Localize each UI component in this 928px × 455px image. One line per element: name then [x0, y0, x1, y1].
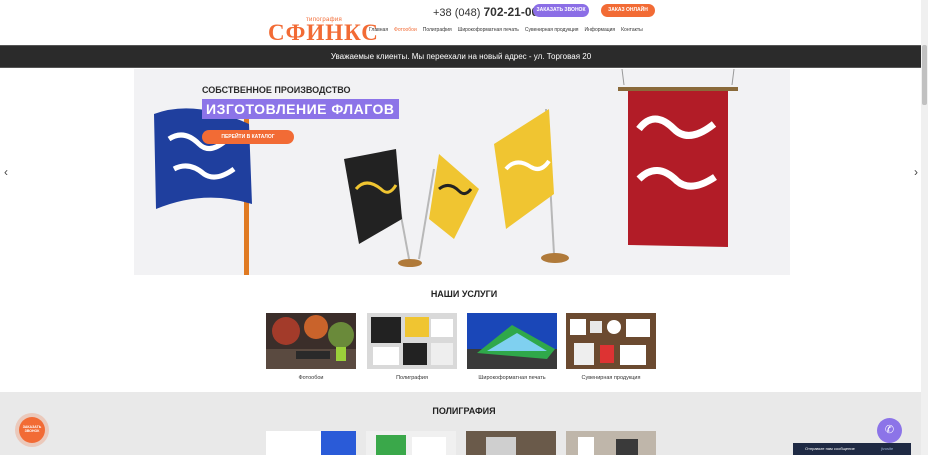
catalog-button[interactable]: ПЕРЕЙТИ В КАТАЛОГ: [202, 130, 294, 144]
phone-number[interactable]: +38 (048) 702-21-00: [433, 5, 538, 19]
hero-title: ИЗГОТОВЛЕНИЕ ФЛАГОВ: [202, 99, 399, 119]
services-title: НАШИ УСЛУГИ: [430, 289, 498, 299]
logo-text: СФИНКС: [268, 20, 379, 45]
polygraphy-thumb-3[interactable]: [466, 431, 556, 455]
hero-kicker: СОБСТВЕННОЕ ПРОИЗВОДСТВО: [202, 85, 351, 95]
service-card-wideformat[interactable]: Широкоформатная печать: [467, 313, 557, 387]
polygraphy-thumb-1[interactable]: [266, 431, 356, 455]
notice-bar: Уважаемые клиенты. Мы переехали на новый…: [0, 45, 922, 68]
logo[interactable]: типография СФИНКС: [268, 17, 378, 45]
services-grid: Фотообои Полиграфия Широкоформатная печа…: [266, 313, 659, 387]
scrollbar-thumb[interactable]: [922, 45, 927, 105]
polygraphy-thumb-2[interactable]: [366, 431, 456, 455]
nav-item-polygraphy[interactable]: Полиграфия: [423, 27, 452, 37]
callback-widget-button[interactable]: ЗАКАЗАТЬ ЗВОНОК: [19, 417, 45, 443]
chat-brand: jivosite: [881, 446, 894, 451]
polygraphy-title: ПОЛИГРАФИЯ: [432, 406, 496, 416]
site-header: типография СФИНКС +38 (048) 702-21-00 ЗА…: [0, 0, 928, 45]
service-image-souvenirs: [566, 313, 656, 369]
service-label: Полиграфия: [396, 375, 428, 381]
nav-item-souvenirs[interactable]: Сувенирная продукция: [525, 27, 579, 37]
nav-item-photowallpaper[interactable]: Фотообои: [394, 27, 417, 37]
service-card-polygraphy[interactable]: Полиграфия: [367, 313, 457, 387]
nav-item-contacts[interactable]: Контакты: [621, 27, 643, 37]
chat-text: Отправьте нам сообщение: [805, 446, 855, 451]
service-card-souvenirs[interactable]: Сувенирная продукция: [566, 313, 656, 387]
nav-item-info[interactable]: Информация: [585, 27, 616, 37]
phone-main: 702-21-00: [483, 5, 539, 19]
nav-item-home[interactable]: Главная: [369, 27, 388, 37]
chevron-right-icon[interactable]: ›: [914, 165, 918, 179]
service-label: Фотообои: [298, 375, 324, 381]
service-label: Широкоформатная печать: [478, 375, 546, 381]
service-image-polygraphy: [367, 313, 457, 369]
service-label: Сувенирная продукция: [581, 375, 641, 381]
service-image-photowallpaper: [266, 313, 356, 369]
phone-prefix: +38 (048): [433, 7, 481, 19]
phone-icon[interactable]: ✆: [877, 418, 902, 443]
order-call-button[interactable]: ЗАКАЗАТЬ ЗВОНОК: [533, 4, 589, 17]
nav-item-wideformat[interactable]: Широкоформатная печать: [458, 27, 519, 37]
main-nav: Главная Фотообои Полиграфия Широкоформат…: [369, 27, 643, 37]
order-online-button[interactable]: ЗАКАЗ ОНЛАЙН: [601, 4, 655, 17]
service-image-wideformat: [467, 313, 557, 369]
polygraphy-thumb-4[interactable]: [566, 431, 656, 455]
hero-slider: СОБСТВЕННОЕ ПРОИЗВОДСТВО ИЗГОТОВЛЕНИЕ ФЛ…: [134, 69, 790, 275]
chevron-left-icon[interactable]: ‹: [4, 165, 8, 179]
polygraphy-section: [0, 392, 921, 455]
chat-widget-bar[interactable]: Отправьте нам сообщение jivosite: [793, 443, 911, 455]
callback-text-line2: ЗВОНОК: [24, 428, 40, 433]
service-card-photowallpaper[interactable]: Фотообои: [266, 313, 356, 387]
